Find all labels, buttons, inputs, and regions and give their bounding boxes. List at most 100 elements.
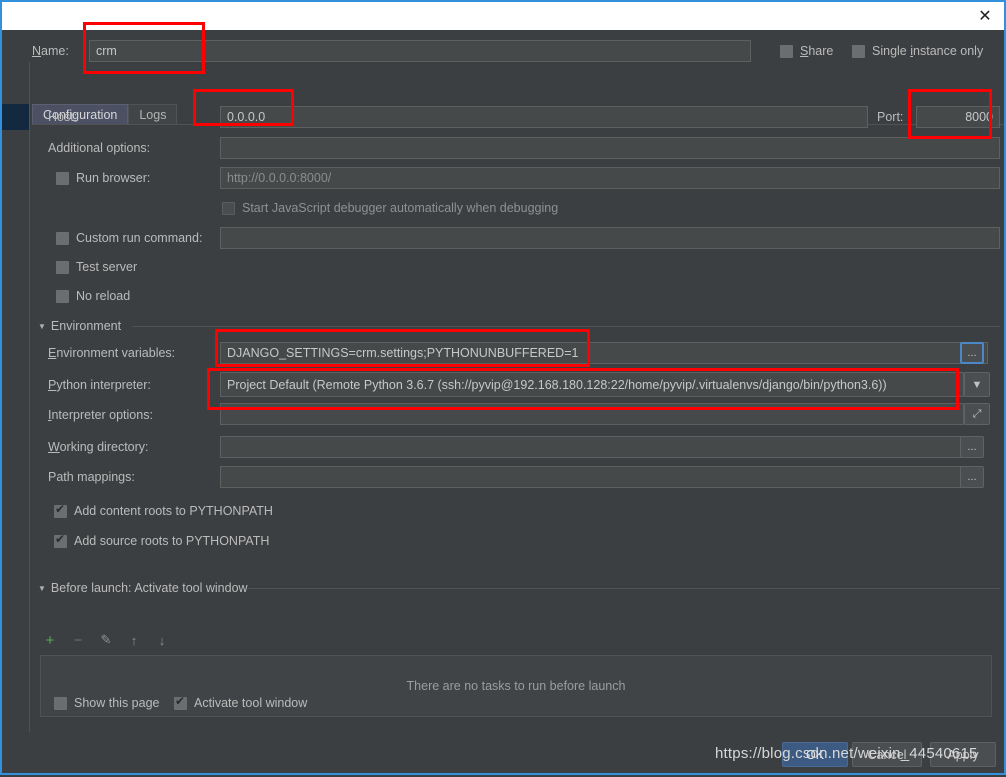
tab-configuration[interactable]: Configuration	[32, 104, 129, 125]
environment-group-header[interactable]: ▼ Environment	[38, 319, 121, 333]
path-mappings-label-row: Path mappings:	[48, 466, 135, 488]
port-label-row: Port:	[877, 106, 903, 128]
move-down-button[interactable]: ↓	[154, 632, 170, 648]
dialog-frame: Name: crm Share Single instance only Con…	[0, 30, 1006, 775]
working-directory-label-row: Working directory:	[48, 436, 149, 458]
watermark: https://blog.csdn.net/weixin_44540615	[715, 745, 978, 762]
port-input-value: 8000	[965, 110, 993, 124]
tab-logs[interactable]: Logs	[128, 104, 178, 125]
name-label: Name:	[32, 44, 69, 58]
test-server-label: Test server	[76, 260, 138, 274]
before-launch-group-label: Before launch: Activate tool window	[50, 581, 248, 595]
working-directory-browse-button[interactable]: ...	[960, 436, 984, 458]
path-mappings-browse-label: ...	[967, 471, 977, 483]
test-server-checkbox-box[interactable]	[56, 260, 69, 274]
activate-tool-window-label: Activate tool window	[194, 696, 308, 710]
additional-options-input[interactable]	[220, 137, 1000, 159]
show-this-page-checkbox-box[interactable]	[54, 696, 67, 710]
show-this-page-checkbox[interactable]: Show this page	[54, 692, 159, 714]
environment-group-rule	[132, 326, 1000, 327]
host-input[interactable]: 0.0.0.0	[220, 106, 868, 128]
tab-logs-label: Logs	[139, 108, 167, 122]
working-directory-input[interactable]	[220, 436, 964, 458]
show-this-page-label: Show this page	[74, 696, 160, 710]
no-reload-checkbox-box[interactable]	[56, 289, 69, 303]
interpreter-label: Python interpreter:	[48, 378, 151, 392]
interpreter-select[interactable]: Project Default (Remote Python 3.6.7 (ss…	[220, 372, 964, 397]
js-debugger-checkbox[interactable]: Start JavaScript debugger automatically …	[222, 197, 558, 219]
port-label: Port:	[877, 110, 904, 124]
expand-icon[interactable]: ⤢	[964, 403, 990, 425]
sidebar-selected-item[interactable]	[2, 104, 29, 130]
run-browser-checkbox-box[interactable]	[56, 171, 69, 185]
title-bar: ✕	[0, 0, 1006, 30]
close-icon[interactable]: ✕	[972, 5, 998, 29]
path-mappings-label: Path mappings:	[48, 470, 135, 484]
before-launch-toolbar[interactable]: + − ✎ ↑ ↓	[42, 632, 170, 649]
share-label: Share	[800, 44, 834, 58]
add-content-roots-label: Add content roots to PYTHONPATH	[74, 504, 273, 518]
configuration-tree-sidebar[interactable]	[2, 62, 30, 732]
custom-run-command-checkbox-box[interactable]	[56, 231, 69, 245]
run-browser-label: Run browser:	[76, 171, 151, 185]
add-task-button[interactable]: +	[42, 632, 58, 649]
port-input[interactable]: 8000	[916, 106, 1000, 128]
run-browser-url-input[interactable]: http://0.0.0.0:8000/	[220, 167, 1000, 189]
interpreter-options-label-row: Interpreter options:	[48, 404, 153, 426]
before-launch-empty-text: There are no tasks to run before launch	[406, 679, 626, 693]
single-instance-label: Single instance only	[872, 44, 984, 58]
activate-tool-window-checkbox[interactable]: Activate tool window	[174, 692, 307, 714]
path-mappings-browse-button[interactable]: ...	[960, 466, 984, 488]
interpreter-options-input[interactable]	[220, 403, 964, 425]
before-launch-collapse-triangle-icon[interactable]: ▼	[38, 584, 46, 593]
interpreter-label-row: Python interpreter:	[48, 374, 151, 396]
working-directory-browse-label: ...	[967, 441, 977, 453]
run-configuration-dialog: ✕ Name: crm Share Single instance only C…	[0, 0, 1006, 777]
collapse-triangle-icon[interactable]: ▼	[38, 322, 46, 331]
add-source-roots-checkbox[interactable]: Add source roots to PYTHONPATH	[54, 530, 269, 552]
js-debugger-label: Start JavaScript debugger automatically …	[242, 201, 559, 215]
name-input[interactable]: crm	[89, 40, 751, 62]
activate-tool-window-checkbox-box[interactable]	[174, 695, 187, 710]
additional-options-label-row: Additional options:	[48, 137, 150, 159]
working-directory-label: Working directory:	[48, 440, 149, 454]
before-launch-group-rule	[248, 588, 1000, 589]
single-instance-checkbox[interactable]: Single instance only	[852, 40, 983, 62]
no-reload-checkbox[interactable]: No reload	[56, 285, 130, 307]
run-browser-checkbox[interactable]: Run browser:	[56, 167, 150, 189]
interpreter-value: Project Default (Remote Python 3.6.7 (ss…	[227, 377, 887, 392]
single-instance-checkbox-box[interactable]	[852, 44, 865, 58]
host-label-row: Host:	[48, 106, 77, 128]
js-debugger-checkbox-box[interactable]	[222, 201, 235, 215]
env-vars-browse-label: ...	[967, 347, 977, 359]
env-vars-value: DJANGO_SETTINGS=crm.settings;PYTHONUNBUF…	[227, 346, 579, 360]
env-vars-browse-button[interactable]: ...	[960, 342, 984, 364]
host-label: Host:	[48, 110, 78, 124]
chevron-down-icon[interactable]: ▼	[964, 372, 990, 397]
edit-task-button[interactable]: ✎	[98, 632, 114, 648]
name-input-value: crm	[96, 44, 117, 58]
test-server-checkbox[interactable]: Test server	[56, 256, 137, 278]
env-vars-label: Environment variables:	[48, 346, 176, 360]
env-vars-label-row: Environment variables:	[48, 342, 175, 364]
run-browser-url-value: http://0.0.0.0:8000/	[227, 171, 332, 185]
add-source-roots-checkbox-box[interactable]	[54, 533, 67, 548]
interpreter-options-label: Interpreter options:	[48, 408, 153, 422]
share-checkbox[interactable]: Share	[780, 40, 833, 62]
move-up-button[interactable]: ↑	[126, 632, 142, 648]
custom-run-command-input[interactable]	[220, 227, 1000, 249]
add-source-roots-label: Add source roots to PYTHONPATH	[74, 534, 270, 548]
environment-group-label: Environment	[50, 319, 122, 333]
before-launch-group-header[interactable]: ▼ Before launch: Activate tool window	[38, 581, 248, 595]
add-content-roots-checkbox-box[interactable]	[54, 503, 67, 518]
host-input-value: 0.0.0.0	[227, 110, 266, 124]
add-content-roots-checkbox[interactable]: Add content roots to PYTHONPATH	[54, 500, 273, 522]
dialog-content: Name: crm Share Single instance only Con…	[32, 30, 1004, 775]
env-vars-input[interactable]: DJANGO_SETTINGS=crm.settings;PYTHONUNBUF…	[220, 342, 988, 364]
no-reload-label: No reload	[76, 289, 131, 303]
custom-run-command-checkbox[interactable]: Custom run command:	[56, 227, 202, 249]
share-checkbox-box[interactable]	[780, 44, 793, 58]
additional-options-label: Additional options:	[48, 141, 151, 155]
path-mappings-input[interactable]	[220, 466, 964, 488]
remove-task-button[interactable]: −	[70, 632, 86, 649]
